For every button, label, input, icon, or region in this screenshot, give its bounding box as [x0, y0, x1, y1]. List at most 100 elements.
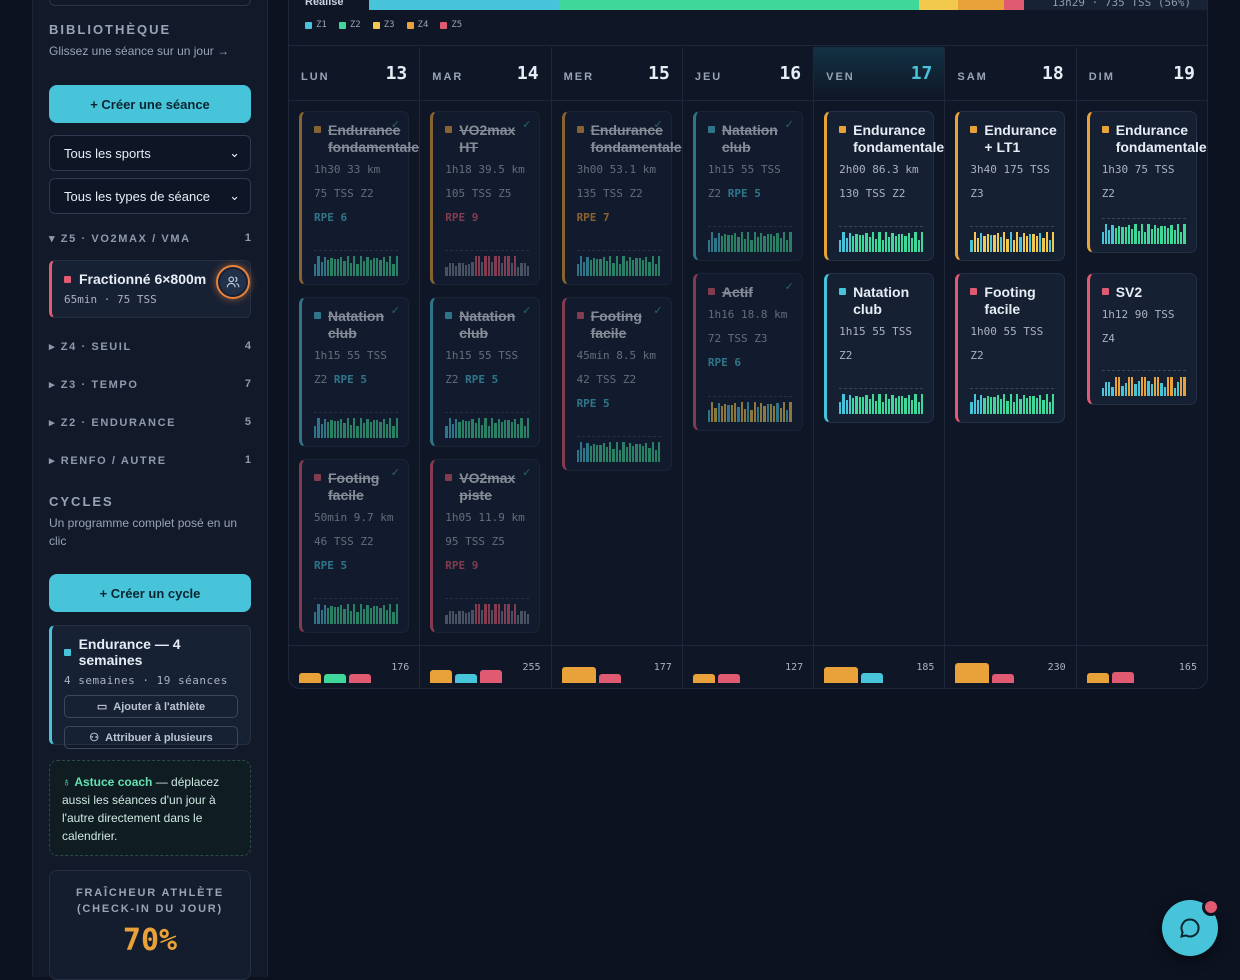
profile-bar — [477, 604, 481, 624]
profile-bar — [1045, 232, 1048, 252]
session-title-text: Endurance fondamentale — [853, 122, 945, 155]
session-card[interactable]: Actif ✓ 1h16 18.8 km 72 TSS Z3 RPE 6 — [692, 273, 803, 431]
profile-bar — [865, 395, 868, 414]
check-icon: ✓ — [653, 305, 663, 317]
profile-bar — [382, 418, 385, 438]
sport-filter-select[interactable]: Tous les sports ⌄ — [49, 135, 251, 171]
assign-athletes-button[interactable] — [216, 265, 250, 299]
profile-bar — [727, 404, 730, 422]
profile-bar — [1019, 237, 1022, 252]
profile-bar — [865, 233, 868, 252]
profile-bar — [500, 421, 504, 438]
profile-bar — [1121, 385, 1124, 396]
create-cycle-button[interactable]: + Créer un cycle — [49, 574, 251, 612]
session-card[interactable]: Natation club 1h15 55 TSS Z2 — [824, 273, 935, 423]
chat-button[interactable] — [1162, 898, 1220, 956]
session-card[interactable]: Endurance fondamentale 1h30 75 TSS Z2 — [1086, 111, 1207, 253]
profile-bar — [993, 397, 996, 414]
session-card[interactable]: Natation club ✓ 1h15 55 TSS Z2 RPE 5 — [430, 297, 541, 447]
profile-bar — [1016, 232, 1019, 252]
session-card[interactable]: Footing facile ✓ 50min 9.7 km 46 TSS Z2 RPE … — [299, 459, 409, 633]
session-card[interactable]: Footing facile ✓ 45min 8.5 km 42 TSS Z2 RPE … — [561, 297, 672, 471]
group-count: 4 — [244, 340, 251, 352]
session-profile-chart — [839, 388, 924, 414]
profile-bar — [392, 426, 395, 438]
create-session-button[interactable]: + Créer une séance — [49, 85, 251, 123]
legend-swatch — [440, 21, 448, 29]
profile-bar — [471, 262, 474, 276]
profile-bar — [875, 401, 878, 414]
session-load: 72 TSS Z3 — [707, 332, 768, 345]
session-load: Z2 — [970, 349, 984, 362]
profile-bar — [349, 425, 353, 438]
session-card[interactable]: Endurance fondamentale 2h00 86.3 km 130 TS… — [824, 111, 944, 261]
profile-bar — [1009, 232, 1012, 252]
group-renfo[interactable]: ▸ RENFO / AUTRE 1 — [49, 450, 251, 470]
profile-bar — [586, 442, 589, 462]
check-icon: ✓ — [522, 119, 532, 131]
group-z5[interactable]: ▾ Z5 · VO2MAX / VMA 1 — [49, 228, 251, 248]
day-column-lun: LUN 13 Endurance fondamentale ✓ 1h30 33 km 75… — [289, 47, 421, 645]
legend-item: Z4 — [406, 20, 428, 30]
profile-bar — [1052, 394, 1055, 414]
group-z3[interactable]: ▸ Z3 · TEMPO 7 — [49, 374, 251, 394]
profile-bar — [1019, 399, 1022, 414]
session-card[interactable]: VO2max HT ✓ 1h18 39.5 km 105 TSS Z5 RPE 9 — [430, 111, 541, 285]
group-z4[interactable]: ▸ Z4 · SEUIL 4 — [49, 336, 251, 356]
profile-bar — [980, 232, 983, 252]
profile-bar — [1118, 225, 1121, 244]
zone-square — [839, 126, 847, 133]
profile-bar — [1131, 377, 1134, 396]
profile-bar — [1045, 394, 1048, 414]
profile-bar — [392, 264, 395, 276]
profile-bar — [487, 604, 490, 624]
cycles-title: CYCLES — [49, 494, 114, 509]
session-card[interactable]: Endurance fondamentale ✓ 3h00 53.1 km 135 T… — [561, 111, 682, 285]
profile-bar — [1042, 399, 1045, 414]
library-session-card[interactable]: Fractionné 6×800m 65min · 75 TSS — [49, 260, 251, 318]
profile-bar — [842, 232, 845, 252]
profile-bar — [1124, 227, 1127, 244]
profile-bar — [1160, 226, 1163, 244]
session-load: 42 TSS Z2 — [576, 373, 637, 386]
session-card[interactable]: Endurance fondamentale ✓ 1h30 33 km 75 TSS … — [299, 111, 419, 285]
daily-zone-bar — [349, 674, 371, 683]
realise-value: 13h29 · 735 TSS (56%) — [1051, 0, 1191, 9]
zone-square — [64, 648, 71, 656]
profile-bar — [372, 258, 376, 276]
profile-bar — [855, 395, 858, 414]
profile-bar — [914, 232, 917, 252]
session-card[interactable]: Endurance + LT1 3h40 175 TSS Z3 — [955, 111, 1066, 261]
chat-icon — [1180, 918, 1200, 938]
profile-bar — [448, 611, 451, 624]
session-metrics: 2h00 86.3 km — [839, 163, 919, 176]
profile-bar — [504, 256, 507, 276]
sidebar: BIBLIOTHÈQUE Glissez une séance sur un j… — [32, 0, 268, 980]
profile-bar — [468, 611, 471, 624]
profile-bar — [1150, 229, 1153, 244]
profile-bar — [504, 420, 507, 438]
profile-bar — [1012, 239, 1016, 252]
session-card[interactable]: Natation club ✓ 1h15 55 TSS Z2 RPE 5 — [299, 297, 409, 447]
profile-bar — [385, 423, 389, 438]
profile-bar — [907, 394, 910, 414]
day-header: DIM 19 — [1076, 47, 1207, 101]
session-card[interactable]: Natation club ✓ 1h15 55 TSS Z2 RPE 5 — [692, 111, 803, 261]
session-metrics: 1h30 33 km — [314, 163, 381, 176]
assign-multiple-button[interactable]: ⚇ Attribuer à plusieurs — [64, 726, 238, 749]
session-card[interactable]: SV2 1h12 90 TSS Z4 — [1086, 273, 1197, 405]
add-to-athlete-button[interactable]: ▭ Ajouter à l'athlète — [64, 695, 238, 718]
profile-bar — [366, 257, 369, 276]
cycle-card[interactable]: Endurance — 4 semaines 4 semaines · 19 s… — [49, 625, 251, 749]
zone-square — [445, 126, 453, 133]
profile-bar — [1003, 394, 1006, 414]
day-header: LUN 13 — [289, 47, 420, 101]
profile-bar — [589, 446, 592, 462]
profile-bar — [884, 232, 888, 252]
profile-bar — [602, 443, 605, 462]
profile-bar — [888, 399, 891, 414]
group-z2[interactable]: ▸ Z2 · ENDURANCE 5 — [49, 412, 251, 432]
type-filter-select[interactable]: Tous les types de séance ⌄ — [49, 178, 251, 214]
session-card[interactable]: VO2max piste ✓ 1h05 11.9 km 95 TSS Z5 RPE 9 — [430, 459, 541, 633]
session-card[interactable]: Footing facile 1h00 55 TSS Z2 — [955, 273, 1066, 423]
